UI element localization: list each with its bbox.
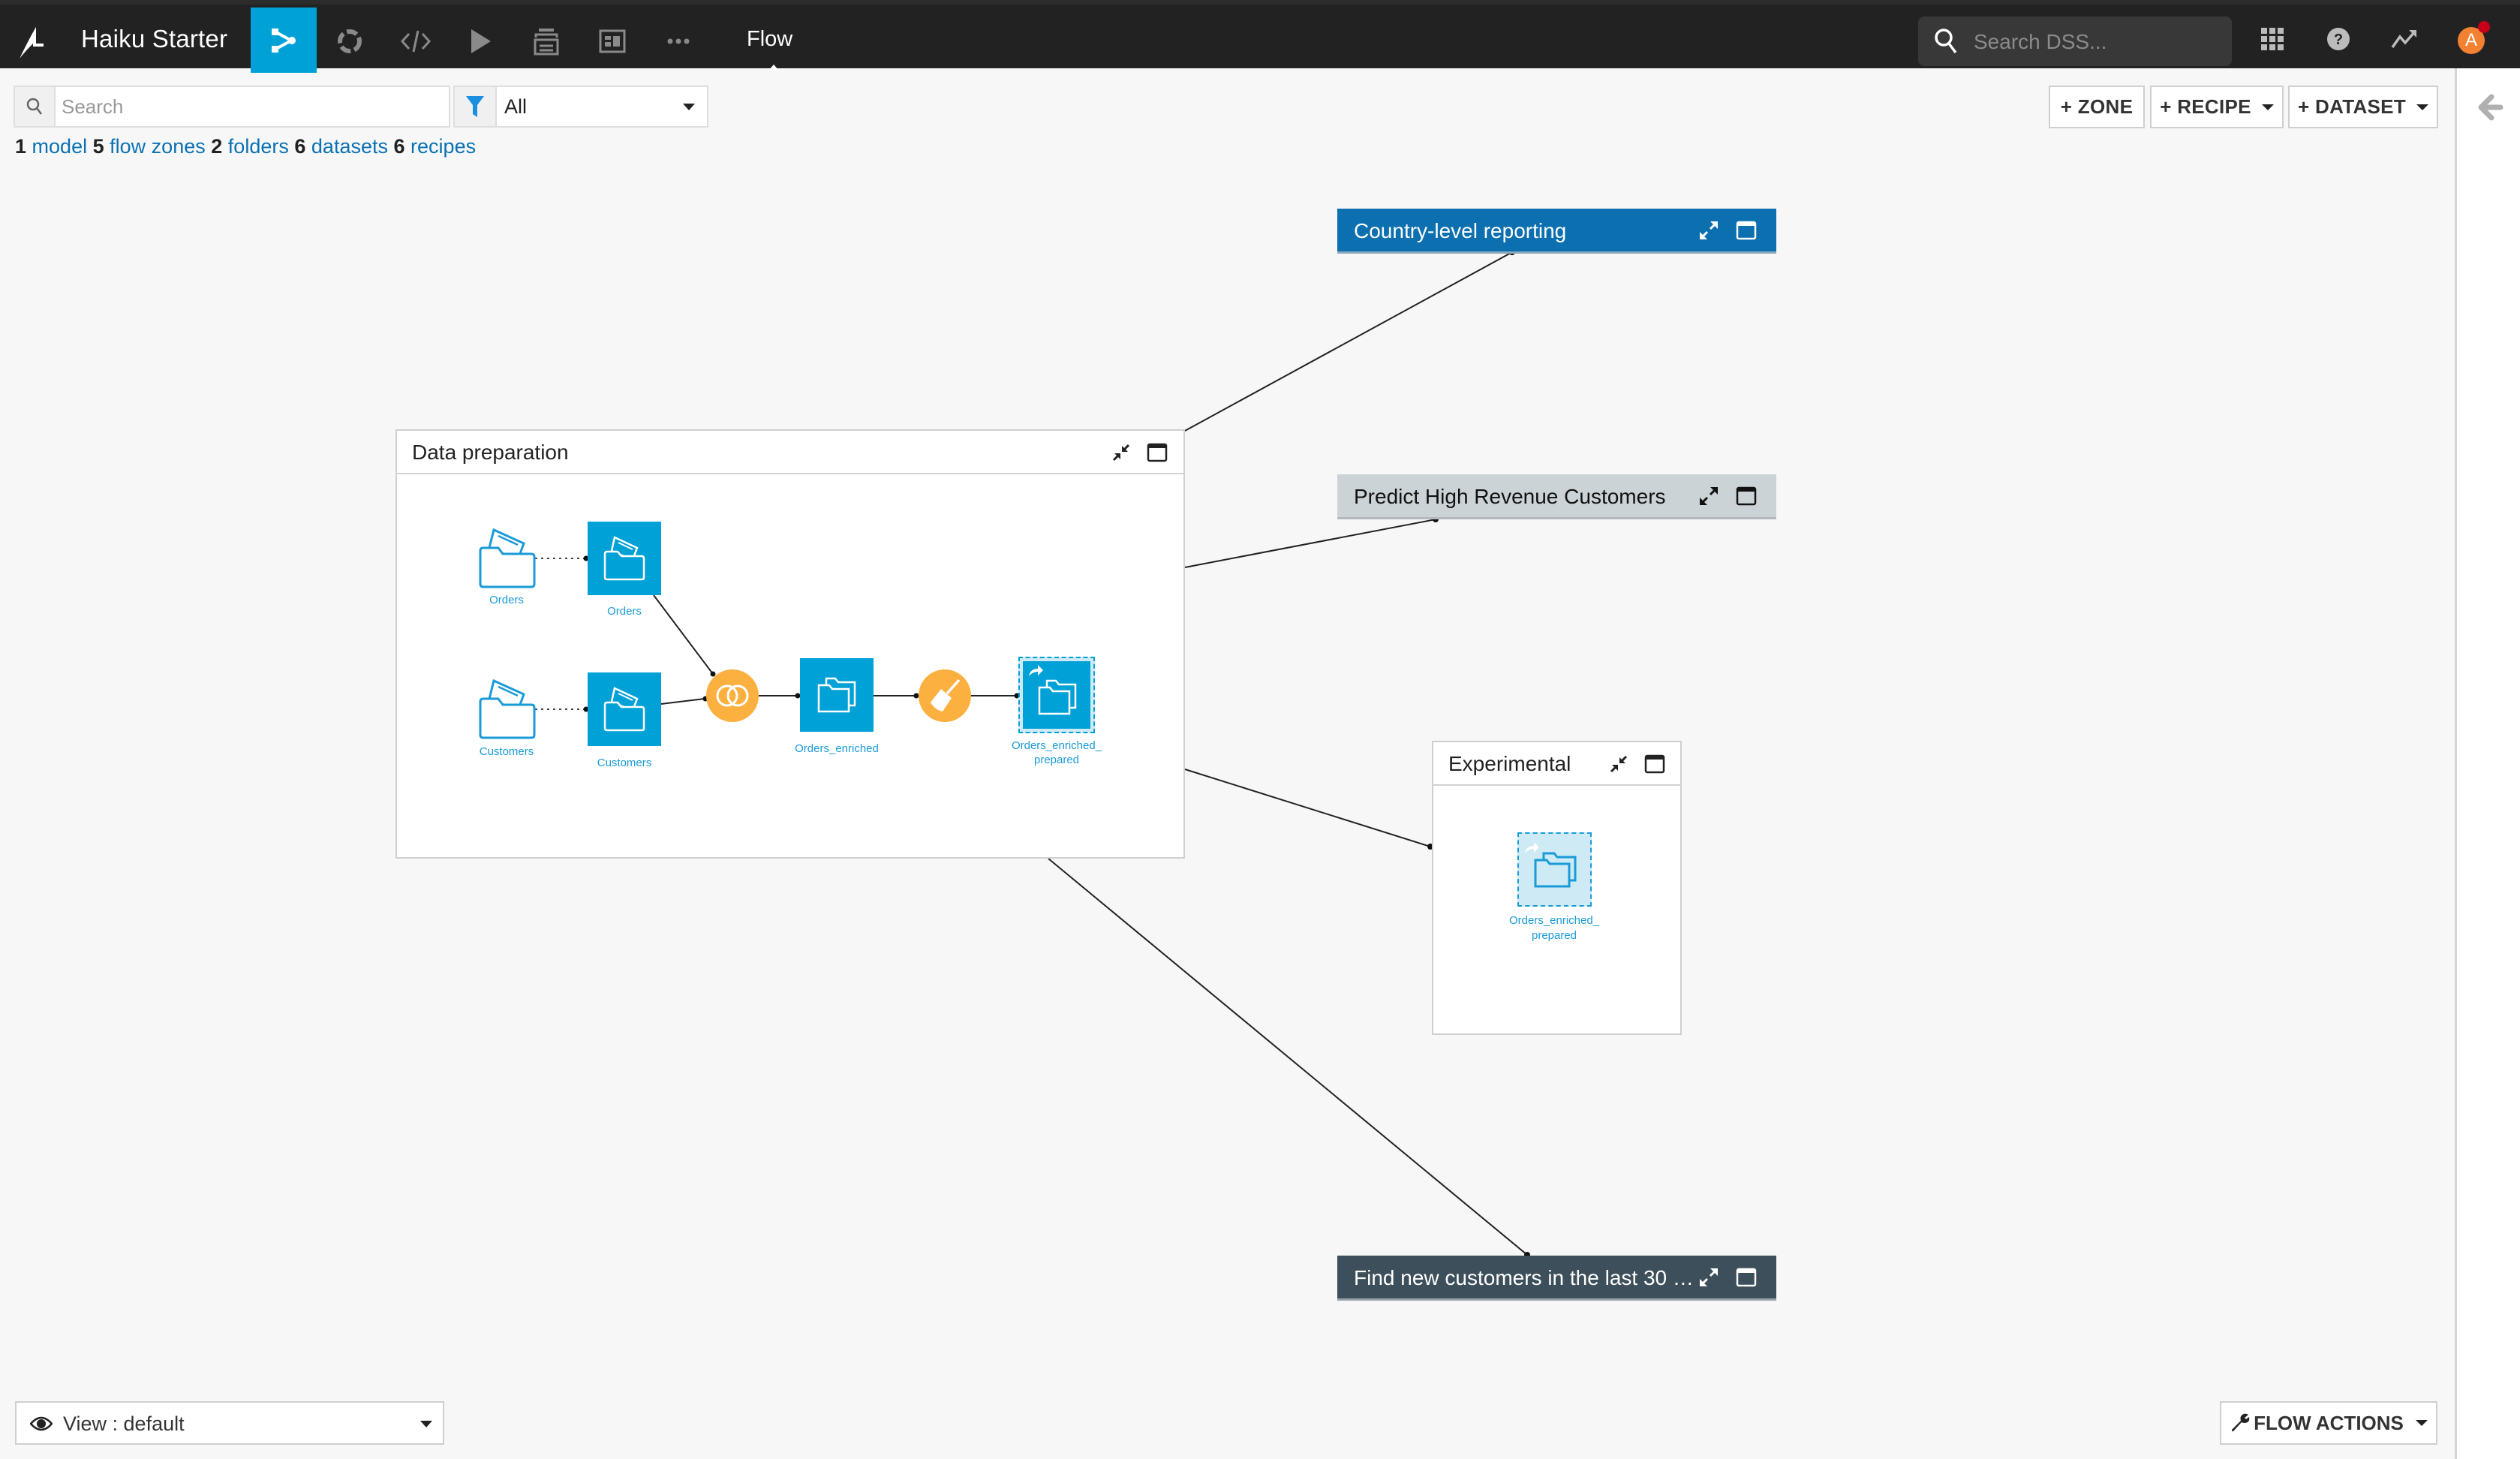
eye-icon — [30, 1416, 53, 1431]
view-label: View : default — [63, 1412, 185, 1435]
prepare-recipe-node[interactable] — [919, 669, 971, 722]
node-label: prepared — [1531, 929, 1577, 942]
dataset-node-orders[interactable] — [588, 522, 661, 595]
global-search-placeholder: Search DSS... — [1974, 30, 2107, 53]
folders-icon — [1534, 852, 1577, 888]
folder-node-customers[interactable] — [477, 678, 536, 739]
add-zone-label: + ZONE — [2060, 95, 2134, 118]
shared-dataset-node-orders-enriched-prepared[interactable] — [1517, 832, 1592, 907]
node-label: Orders_enriched_ — [1011, 739, 1102, 752]
add-recipe-button[interactable]: + RECIPE — [2150, 86, 2284, 128]
right-side-panel — [2455, 68, 2520, 1459]
window-icon — [1736, 486, 1757, 506]
node-label: Orders — [607, 605, 642, 618]
open-zone-button[interactable] — [1643, 753, 1666, 775]
broom-icon — [931, 678, 961, 711]
zone-title: Find new customers in the last 30 … — [1354, 1266, 1694, 1289]
caret-down-icon — [420, 1421, 432, 1427]
folders-icon — [1038, 679, 1077, 715]
search-icon — [1935, 29, 1957, 54]
folders-icon — [817, 677, 856, 713]
collapse-zone-button[interactable] — [1607, 753, 1630, 775]
folder-icon — [479, 678, 536, 739]
node-label: Customers — [597, 757, 652, 769]
node-label: Orders — [489, 594, 524, 606]
dataset-node-orders-enriched[interactable] — [800, 658, 874, 732]
add-zone-button[interactable]: + ZONE — [2049, 86, 2145, 128]
join-recipe-node[interactable] — [706, 669, 759, 722]
caret-down-icon — [2261, 104, 2274, 110]
add-recipe-label: + RECIPE — [2160, 95, 2251, 118]
compress-icon — [1610, 755, 1628, 773]
node-label: Customers — [479, 745, 534, 758]
link-dataprep-country — [1184, 251, 1513, 432]
expand-icon — [1700, 487, 1718, 505]
node-label: prepared — [1033, 754, 1080, 766]
dataset-node-customers[interactable] — [588, 672, 661, 746]
caret-down-icon — [2415, 1420, 2428, 1426]
expand-zone-button[interactable] — [1698, 485, 1720, 507]
zone-find-new-customers[interactable]: Find new customers in the last 30 … — [1337, 1256, 1776, 1301]
dataset-tile — [1023, 661, 1090, 729]
activity-button[interactable] — [2389, 24, 2419, 54]
expand-icon — [1700, 221, 1718, 239]
edge-customers-join — [660, 698, 705, 705]
folder-icon — [603, 536, 645, 581]
join-icon — [716, 684, 749, 707]
edge-orders-join — [653, 594, 714, 675]
dataset-node-orders-enriched-prepared[interactable] — [1018, 657, 1095, 733]
zone-country-level-reporting[interactable]: Country-level reporting — [1337, 209, 1776, 254]
svg-text:?: ? — [2334, 32, 2343, 48]
node-label: Orders_enriched_ — [1508, 914, 1600, 927]
expand-zone-button[interactable] — [1698, 1266, 1720, 1289]
window-icon — [1644, 754, 1665, 774]
zone-title: Predict High Revenue Customers — [1354, 485, 1666, 508]
caret-down-icon — [2416, 104, 2429, 110]
zone-header[interactable]: Experimental — [1433, 742, 1680, 786]
grid-icon — [2261, 28, 2284, 50]
link-dataprep-experimental — [1184, 769, 1431, 847]
folder-icon — [479, 528, 536, 588]
window-icon — [1736, 221, 1757, 240]
zone-predict-high-revenue-customers[interactable]: Predict High Revenue Customers — [1337, 474, 1776, 519]
help-button[interactable]: ? — [2323, 24, 2353, 54]
open-zone-button[interactable] — [1735, 485, 1758, 507]
open-zone-button[interactable] — [1735, 1266, 1758, 1289]
help-icon: ? — [2327, 28, 2350, 50]
add-dataset-label: + DATASET — [2297, 95, 2407, 118]
folder-node-orders[interactable] — [477, 528, 536, 588]
folder-icon — [603, 687, 645, 732]
link-dataprep-predict — [1184, 519, 1436, 568]
zone-title: Experimental — [1448, 752, 1571, 775]
expand-icon — [1700, 1268, 1718, 1286]
global-search-input[interactable]: Search DSS... — [1918, 17, 2232, 66]
zone-title: Country-level reporting — [1354, 219, 1567, 242]
trend-icon — [2391, 30, 2416, 49]
view-selector[interactable]: View : default — [15, 1401, 444, 1445]
share-arrow-icon — [1029, 665, 1043, 676]
arrow-left-icon[interactable] — [2478, 94, 2503, 121]
window-icon — [1736, 1268, 1757, 1287]
expand-zone-button[interactable] — [1698, 219, 1720, 242]
apps-menu-button[interactable] — [2257, 24, 2287, 54]
wrench-icon — [2232, 1413, 2250, 1432]
open-zone-button[interactable] — [1735, 219, 1758, 242]
notification-badge — [2478, 21, 2490, 33]
flow-actions-button[interactable]: FLOW ACTIONS — [2220, 1401, 2437, 1445]
flow-actions-label: FLOW ACTIONS — [2254, 1411, 2404, 1434]
node-label: Orders_enriched — [795, 742, 879, 755]
add-dataset-button[interactable]: + DATASET — [2288, 86, 2438, 128]
